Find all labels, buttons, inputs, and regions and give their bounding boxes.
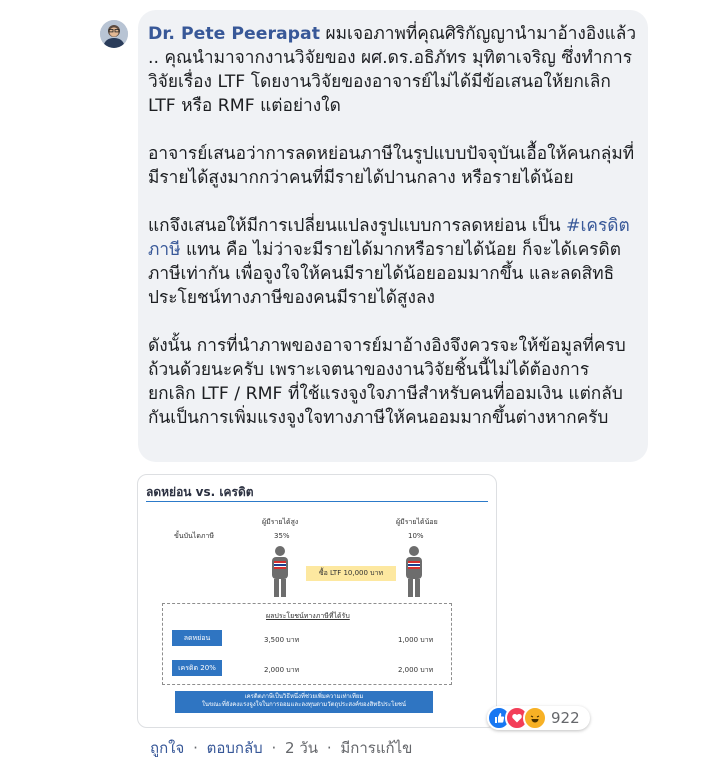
reaction-count: 922 (551, 709, 580, 727)
banner-line-2: ในขณะที่ยังคงแรงจูงใจในการออมและลงทุนตาม… (201, 701, 407, 708)
benefit-header: ผลประโยชน์ทางภาษีที่ได้รับ (266, 612, 350, 620)
comment-text-3b: แทน คือ ไม่ว่าจะมีรายได้มากหรือรายได้น้อ… (148, 240, 622, 308)
infographic-title: ลดหย่อน vs. เครดิต (146, 485, 254, 499)
row-label-credit: เครดิต 20% (172, 660, 222, 676)
separator: · (326, 739, 332, 757)
comment-paragraph-3: แกจึงเสนอให้มีการเปลี่ยนแปลงรูปแบบการลดห… (148, 214, 640, 310)
high-income-label: ผู้มีรายได้สูง (262, 518, 299, 526)
comment-paragraph-4: ดังนั้น การที่นำภาพของอาจารย์มาอ้างอิงจึ… (148, 336, 626, 428)
banner-line-1: เครดิตภาษีเป็นวิธีหนึ่งที่ช่วยเพิ่มความเ… (244, 693, 364, 700)
comment-paragraph-1: Dr. Pete Peerapat ผมเจอภาพที่คุณศิริกัญญ… (148, 22, 640, 118)
low-income-label: ผู้มีรายได้น้อย (396, 518, 438, 526)
row-label-deduction: ลดหย่อน (172, 630, 222, 646)
separator: · (271, 739, 277, 757)
low-income-person-icon (406, 546, 422, 597)
avatar[interactable] (100, 20, 128, 48)
comment-paragraph-2: อาจารย์เสนอว่าการลดหย่อนภาษีในรูปแบบปัจจ… (148, 144, 635, 188)
tax-bracket-label: ขั้นบันไดภาษี (174, 532, 215, 540)
low-rate: 10% (408, 532, 424, 540)
comment-actions: ถูกใจ · ตอบกลับ · 2 วัน · มีการแก้ไข (150, 736, 416, 760)
title-divider (146, 501, 488, 502)
attached-image[interactable]: ลดหย่อน vs. เครดิต ขั้นบันไดภาษี ผู้มีรา… (137, 474, 497, 728)
comment-body: Dr. Pete Peerapat ผมเจอภาพที่คุณศิริกัญญ… (148, 22, 640, 430)
row-credit-low: 2,000 บาท (398, 666, 434, 674)
timestamp-link[interactable]: 2 วัน (285, 739, 318, 757)
row-deduction-low: 1,000 บาท (398, 636, 434, 644)
author-name[interactable]: Dr. Pete Peerapat (148, 24, 320, 44)
high-income-person-icon (272, 546, 288, 597)
reactions-summary[interactable]: 922 (487, 706, 590, 730)
conclusion-banner: เครดิตภาษีเป็นวิธีหนึ่งที่ช่วยเพิ่มความเ… (175, 691, 433, 713)
comment-text-3a: แกจึงเสนอให้มีการเปลี่ยนแปลงรูปแบบการลดห… (148, 216, 561, 236)
high-rate: 35% (274, 532, 290, 540)
ltf-purchase-label: ซื้อ LTF 10,000 บาท (306, 566, 396, 581)
edited-label[interactable]: มีการแก้ไข (340, 739, 412, 757)
row-deduction-high: 3,500 บาท (264, 636, 300, 644)
reply-link[interactable]: ตอบกลับ (207, 739, 263, 757)
like-link[interactable]: ถูกใจ (150, 739, 184, 757)
haha-icon (523, 706, 547, 730)
separator: · (193, 739, 198, 757)
profile-photo-icon (100, 20, 128, 48)
row-credit-high: 2,000 บาท (264, 666, 300, 674)
